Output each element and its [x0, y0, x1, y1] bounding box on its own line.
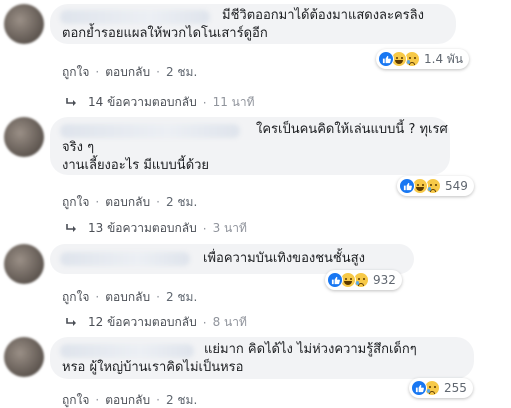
reply-link[interactable]: ตอบกลับ: [105, 65, 150, 79]
reply-arrow-icon: [66, 223, 76, 232]
reply-link[interactable]: ตอบกลับ: [105, 290, 150, 304]
like-reaction-icon: [399, 178, 415, 194]
replies-count[interactable]: 12 ข้อความตอบกลับ: [88, 313, 197, 332]
reaction-count: 549: [445, 179, 468, 193]
avatar[interactable]: [4, 4, 44, 44]
reactions-summary[interactable]: 1.4 พัน: [376, 49, 470, 69]
replies-count[interactable]: 14 ข้อความตอบกลับ: [88, 93, 197, 112]
like-link[interactable]: ถูกใจ: [62, 393, 89, 407]
comment-actions: ถูกใจ · ตอบกลับ · 2 ชม.: [62, 391, 197, 408]
replies-time: 3 นาที: [212, 221, 247, 235]
separator-dot: ·: [95, 393, 100, 407]
commenter-name-blurred[interactable]: [60, 124, 240, 138]
like-link[interactable]: ถูกใจ: [62, 195, 89, 209]
comment-text-line: แย่มาก คิดได้ไง ไม่ห่วงความรู้สึกเด็กๆ: [204, 342, 417, 357]
comment-text-line: หรอ ผู้ใหญ่บ้านเราคิดไม่เป็นหรอ: [62, 360, 244, 375]
comment-text-line: จริง ๆ: [62, 140, 95, 155]
separator-dot: ·: [156, 290, 160, 304]
reaction-count: 255: [444, 381, 467, 395]
separator-dot: ·: [95, 195, 100, 209]
separator-dot: ·: [156, 195, 160, 209]
comment-timestamp[interactable]: 2 ชม.: [166, 393, 197, 407]
replies-count[interactable]: 13 ข้อความตอบกลับ: [88, 219, 197, 238]
separator-dot: ·: [95, 290, 100, 304]
commenter-name-blurred[interactable]: [60, 10, 210, 24]
separator-dot: ·: [202, 315, 207, 330]
like-link[interactable]: ถูกใจ: [62, 290, 89, 304]
comment-text-line: ตอกย้ำรอยแผลให้พวกไดโนเสาร์ดูอีก: [62, 26, 268, 41]
commenter-name-blurred[interactable]: [60, 252, 190, 266]
separator-dot: ·: [202, 95, 207, 110]
reaction-count: 1.4 พัน: [424, 51, 464, 66]
reply-arrow-icon: [66, 317, 76, 326]
comment-actions: ถูกใจ · ตอบกลับ · 2 ชม.: [62, 193, 197, 212]
separator-dot: ·: [95, 65, 100, 79]
commenter-name-blurred[interactable]: [60, 344, 194, 358]
reactions-summary[interactable]: 255: [409, 378, 473, 398]
avatar[interactable]: [4, 244, 44, 284]
like-reaction-icon: [378, 51, 394, 67]
comment-text-line: มีชีวิตออกมาได้ต้องมาแสดงละครลิง: [222, 8, 424, 23]
reaction-count: 932: [373, 273, 396, 287]
view-replies-link[interactable]: 14 ข้อความตอบกลับ · 11 นาที: [66, 93, 255, 112]
view-replies-link[interactable]: 12 ข้อความตอบกลับ · 8 นาที: [66, 313, 247, 332]
separator-dot: ·: [156, 65, 160, 79]
reactions-summary[interactable]: 932: [325, 270, 402, 290]
comment-actions: ถูกใจ · ตอบกลับ · 2 ชม.: [62, 288, 197, 307]
like-reaction-icon: [411, 380, 427, 396]
comment-text-line: เพื่อความบันเทิงของชนชั้นสูง: [203, 251, 365, 266]
reactions-summary[interactable]: 549: [397, 176, 474, 196]
reply-link[interactable]: ตอบกลับ: [105, 195, 150, 209]
comment-timestamp[interactable]: 2 ชม.: [166, 195, 197, 209]
comment-timestamp[interactable]: 2 ชม.: [166, 65, 197, 79]
like-link[interactable]: ถูกใจ: [62, 65, 89, 79]
separator-dot: ·: [156, 393, 160, 407]
view-replies-link[interactable]: 13 ข้อความตอบกลับ · 3 นาที: [66, 219, 247, 238]
reply-arrow-icon: [66, 97, 76, 106]
replies-time: 8 นาที: [212, 315, 247, 329]
replies-time: 11 นาที: [212, 95, 255, 109]
like-reaction-icon: [327, 272, 343, 288]
reply-link[interactable]: ตอบกลับ: [105, 393, 150, 407]
avatar[interactable]: [4, 117, 44, 157]
comment-text-line: ใครเป็นคนคิดให้เล่นแบบนี้ ? ทุเรศ: [256, 122, 448, 137]
comment-text-line: งานเลี้ยงอะไร มีแบบนี้ด้วย: [62, 158, 210, 173]
separator-dot: ·: [202, 221, 207, 236]
comment-timestamp[interactable]: 2 ชม.: [166, 290, 197, 304]
avatar[interactable]: [4, 337, 44, 377]
comment-actions: ถูกใจ · ตอบกลับ · 2 ชม.: [62, 63, 197, 82]
